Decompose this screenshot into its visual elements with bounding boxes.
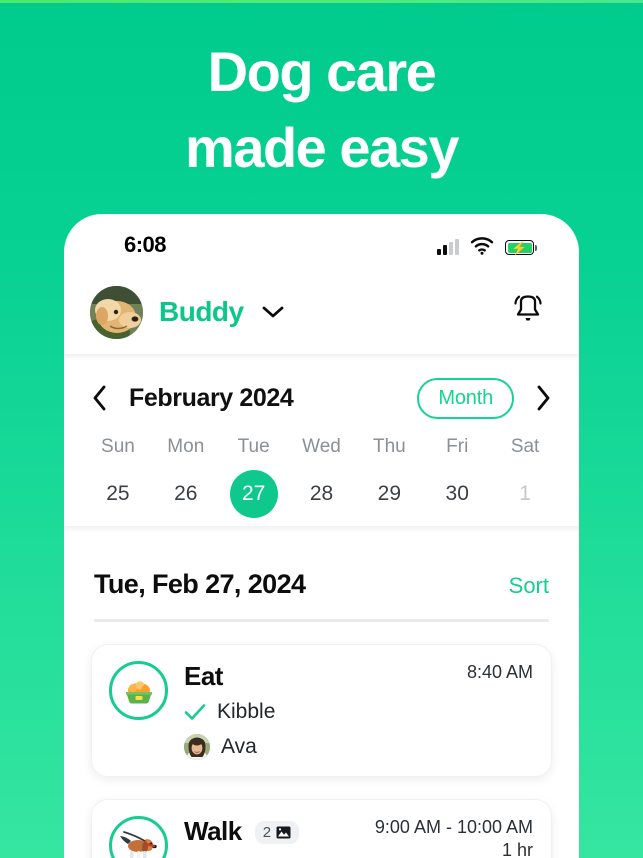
date-value: 25 xyxy=(106,482,130,505)
date-value: 1 xyxy=(519,482,531,505)
date-cell[interactable]: 30 xyxy=(423,470,491,518)
activity-list: Eat 8:40 AM Kibble Ava Walk 2 9:00 AM - … xyxy=(64,622,579,858)
check-icon xyxy=(184,704,206,720)
date-value: 27 xyxy=(229,470,278,518)
activity-card-eat[interactable]: Eat 8:40 AM Kibble Ava xyxy=(91,644,552,777)
date-value: 26 xyxy=(174,482,198,505)
dog-food-bowl-icon xyxy=(109,661,168,720)
selected-date-title: Tue, Feb 27, 2024 xyxy=(94,569,306,599)
hero-headline: Dog care made easy xyxy=(0,34,643,186)
date-value: 29 xyxy=(377,482,402,505)
status-bar: 6:08 ⚡ xyxy=(64,214,579,270)
chevron-left-icon[interactable] xyxy=(92,385,107,411)
person-name: Ava xyxy=(221,735,257,758)
photo-count-badge[interactable]: 2 xyxy=(254,821,300,844)
status-icons: ⚡ xyxy=(437,233,537,255)
date-cell[interactable]: 29 xyxy=(355,470,423,518)
calendar-month-title: February 2024 xyxy=(129,383,294,412)
signal-bars-icon xyxy=(437,239,459,255)
weekday-label: Mon xyxy=(167,436,205,457)
weekday-label: Tue xyxy=(237,436,270,457)
activity-duration: 1 hr xyxy=(501,840,533,858)
person-avatar xyxy=(184,734,210,760)
activity-card-walk[interactable]: Walk 2 9:00 AM - 10:00 AM 1 hr A xyxy=(91,799,552,858)
calendar-view-toggle[interactable]: Month xyxy=(417,377,514,419)
chevron-right-icon[interactable] xyxy=(536,385,551,411)
date-cell[interactable]: 26 xyxy=(152,470,220,518)
date-cell[interactable]: 1 xyxy=(491,470,559,518)
bell-ring-icon[interactable] xyxy=(511,292,545,333)
calendar-strip: February 2024 Month Sun Mon Tue Wed Thu … xyxy=(64,360,579,543)
phone-mockup: 6:08 ⚡ Buddy February 2024 Month Sun Mon… xyxy=(64,214,579,858)
photo-count: 2 xyxy=(262,824,272,841)
activity-time: 9:00 AM - 10:00 AM xyxy=(374,817,533,837)
date-cell[interactable]: 25 xyxy=(84,470,152,518)
dog-walking-icon xyxy=(109,816,168,858)
dog-avatar[interactable] xyxy=(90,285,143,339)
activity-title: Eat xyxy=(184,661,223,691)
activity-detail: Kibble xyxy=(217,700,276,723)
weekday-label: Wed xyxy=(302,436,341,457)
activity-time-group: 9:00 AM - 10:00 AM 1 hr xyxy=(365,816,533,858)
chevron-down-icon[interactable] xyxy=(262,305,284,319)
date-cells: 25 26 27 28 29 30 1 xyxy=(64,470,579,518)
activity-time: 8:40 AM xyxy=(466,662,533,682)
hero-headline-line-1: Dog care xyxy=(207,40,437,103)
calendar-toolbar: February 2024 Month xyxy=(64,376,579,420)
date-value: 30 xyxy=(445,482,469,505)
charging-bolt-icon: ⚡ xyxy=(511,240,528,255)
image-icon xyxy=(276,826,291,839)
weekday-labels: Sun Mon Tue Wed Thu Fri Sat xyxy=(64,436,579,458)
weekday-label: Sun xyxy=(101,436,135,457)
top-accent-strip xyxy=(0,0,643,3)
wifi-icon xyxy=(470,237,494,255)
pet-header: Buddy xyxy=(64,270,579,354)
weekday-label: Sat xyxy=(510,436,540,457)
weekday-label: Fri xyxy=(446,436,469,457)
calendar-divider xyxy=(64,526,579,533)
sort-button[interactable]: Sort xyxy=(509,573,549,599)
activity-title: Walk xyxy=(184,816,242,846)
battery-charging-icon: ⚡ xyxy=(505,240,537,255)
activity-person-row: Ava xyxy=(184,734,533,760)
activity-time-group: 8:40 AM xyxy=(457,661,533,684)
pet-name[interactable]: Buddy xyxy=(159,296,244,328)
hero-headline-line-2: made easy xyxy=(185,116,459,179)
activity-detail-row: Kibble xyxy=(184,700,533,724)
date-cell-selected[interactable]: 27 xyxy=(220,470,288,518)
status-time: 6:08 xyxy=(124,232,167,257)
date-value: 28 xyxy=(309,482,334,505)
weekday-label: Thu xyxy=(372,436,406,457)
day-header: Tue, Feb 27, 2024 Sort xyxy=(64,543,579,600)
date-cell[interactable]: 28 xyxy=(288,470,356,518)
